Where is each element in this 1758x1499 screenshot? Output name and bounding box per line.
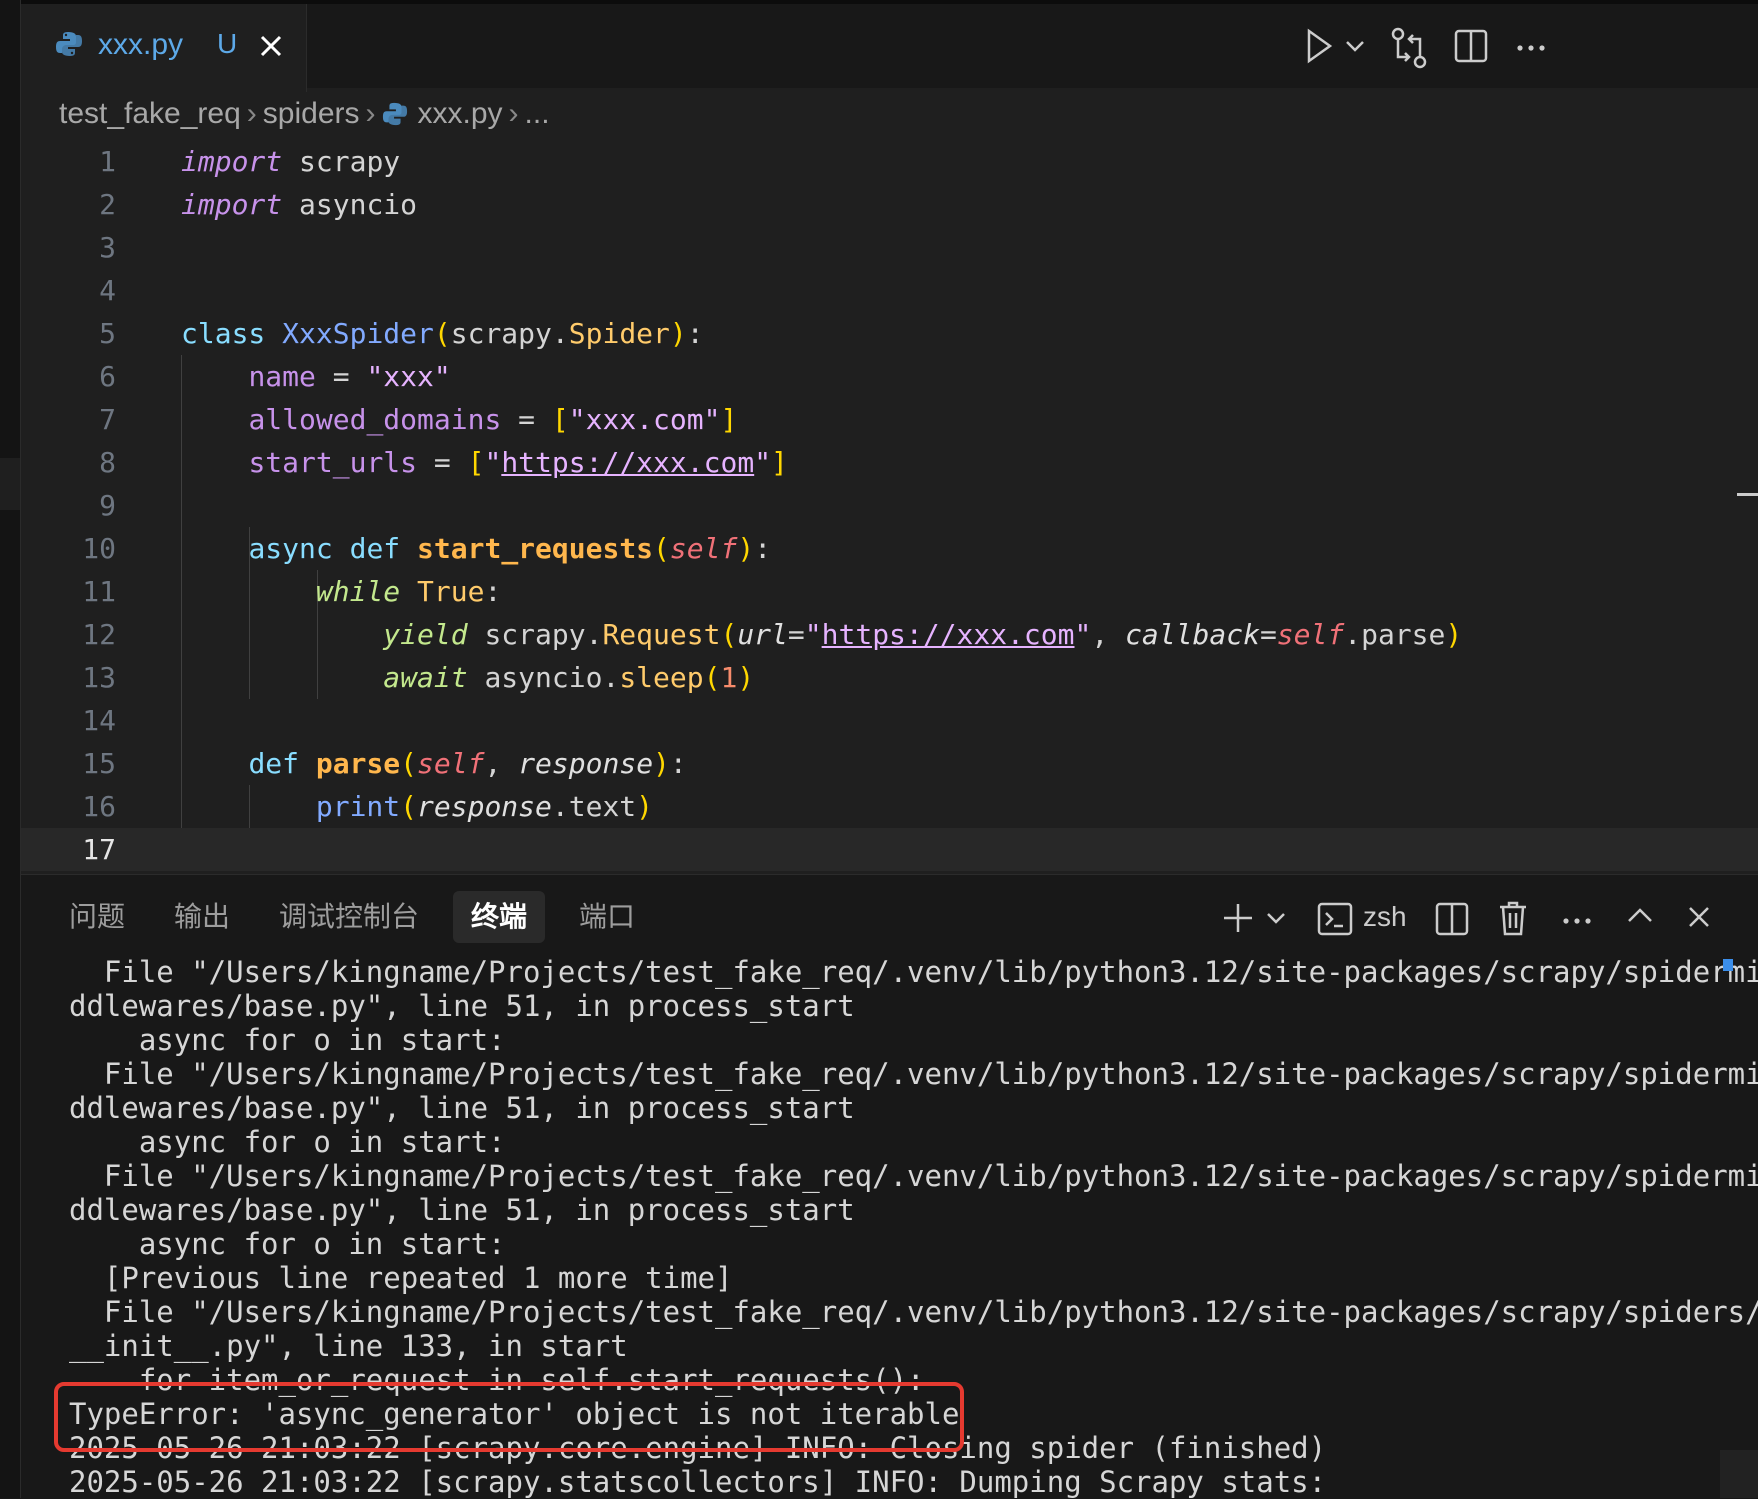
- untracked-badge: U: [217, 28, 238, 59]
- code-line: 12 yield scrapy.Request(url="https://xxx…: [21, 613, 1758, 656]
- breadcrumb-item[interactable]: test_fake_req: [59, 97, 241, 130]
- code-line: 3: [21, 226, 1758, 269]
- line-number: 7: [99, 403, 116, 436]
- terminal-icon: [1317, 902, 1353, 936]
- more-actions-icon[interactable]: [1561, 901, 1593, 935]
- breadcrumb-item[interactable]: xxx.py: [418, 97, 503, 130]
- tab-filename: xxx.py: [98, 28, 184, 61]
- chevron-right-icon: ›: [508, 97, 519, 131]
- split-terminal-icon[interactable]: [1435, 901, 1469, 937]
- code-area[interactable]: 1 import scrapy 2 import asyncio 3 4 5 clas…: [21, 140, 1758, 871]
- compare-changes-icon[interactable]: [1389, 26, 1429, 70]
- code-line: 16 print(response.text): [21, 785, 1758, 828]
- line-number: 5: [99, 317, 116, 350]
- terminal-line: [Previous line repeated 1 more time]: [69, 1261, 733, 1295]
- line-number: 2: [99, 188, 116, 221]
- terminal-line: async for o in start:: [69, 1227, 506, 1261]
- code-line: 14: [21, 699, 1758, 742]
- line-number: 15: [82, 747, 116, 780]
- tab-xxx-py[interactable]: xxx.py U: [21, 4, 307, 92]
- python-file-icon: [56, 32, 82, 56]
- code-line: 1 import scrapy: [21, 140, 1758, 183]
- code-line: 10 async def start_requests(self):: [21, 527, 1758, 570]
- breadcrumb: test_fake_req › spiders › xxx.py ›...: [59, 96, 550, 136]
- tab-terminal[interactable]: 终端: [453, 891, 546, 943]
- code-line: 2 import asyncio: [21, 183, 1758, 226]
- chevron-down-icon[interactable]: [1265, 905, 1287, 931]
- terminal-scroll-marker: [1723, 959, 1733, 971]
- close-panel-icon[interactable]: [1685, 903, 1713, 931]
- tab-debug-console[interactable]: 调试控制台: [261, 891, 437, 943]
- terminal-line: File "/Users/kingname/Projects/test_fake…: [69, 1057, 1758, 1091]
- terminal-line: async for o in start:: [69, 1125, 506, 1159]
- code-line: 11 while True:: [21, 570, 1758, 613]
- line-number: 11: [82, 575, 116, 608]
- terminal-line: File "/Users/kingname/Projects/test_fake…: [69, 1159, 1758, 1193]
- python-file-icon: [382, 102, 407, 126]
- close-icon[interactable]: [257, 32, 285, 60]
- line-number: 17: [82, 833, 116, 866]
- line-number: 16: [82, 790, 116, 823]
- tab-bar: xxx.py U: [21, 0, 1758, 92]
- trash-icon[interactable]: [1497, 899, 1529, 937]
- code-line: 8 start_urls = ["https://xxx.com"]: [21, 441, 1758, 484]
- terminal-line: ddlewares/base.py", line 51, in process_…: [69, 1193, 855, 1227]
- tab-problems[interactable]: 问题: [51, 891, 143, 943]
- line-number: 6: [99, 360, 116, 393]
- editor: xxx.py U test_fake_req › spiders › xxx.py ›..…: [21, 0, 1758, 874]
- line-number: 1: [99, 145, 116, 178]
- terminal-line: __init__.py", line 133, in start: [69, 1329, 628, 1363]
- add-terminal-icon[interactable]: [1221, 901, 1255, 935]
- code-line: 6 name = "xxx": [21, 355, 1758, 398]
- terminal-line: File "/Users/kingname/Projects/test_fake…: [69, 955, 1758, 989]
- tab-output[interactable]: 输出: [156, 891, 248, 943]
- code-line-current: 17: [21, 828, 1758, 871]
- run-icon[interactable]: [1304, 26, 1334, 66]
- chevron-down-icon[interactable]: [1344, 26, 1366, 66]
- line-number: 9: [99, 489, 116, 522]
- minimap-marker: [1737, 493, 1758, 496]
- code-line: 4: [21, 269, 1758, 312]
- line-number: 3: [99, 231, 116, 264]
- more-actions-icon[interactable]: [1515, 26, 1547, 66]
- chevron-right-icon: ›: [365, 97, 376, 131]
- panel-tabs: 问题 输出 调试控制台 终端 端口 zsh: [21, 875, 1758, 947]
- breadcrumb-item[interactable]: ...: [525, 97, 550, 130]
- code-line: 15 def parse(self, response):: [21, 742, 1758, 785]
- terminal-line: 2025-05-26 21:03:22 [scrapy.statscollect…: [69, 1465, 1327, 1499]
- activity-strip: [0, 0, 21, 1498]
- line-number: 12: [82, 618, 116, 651]
- shell-label[interactable]: zsh: [1363, 901, 1407, 933]
- code-line: 5 class XxxSpider(scrapy.Spider):: [21, 312, 1758, 355]
- code-line: 13 await asyncio.sleep(1): [21, 656, 1758, 699]
- breadcrumb-item[interactable]: spiders: [263, 97, 360, 130]
- maximize-panel-icon[interactable]: [1625, 901, 1655, 931]
- line-number: 10: [82, 532, 116, 565]
- chevron-right-icon: ›: [246, 97, 257, 131]
- line-number: 8: [99, 446, 116, 479]
- code-line: 7 allowed_domains = ["xxx.com"]: [21, 398, 1758, 441]
- scrollbar[interactable]: [1720, 1450, 1758, 1498]
- terminal-line: ddlewares/base.py", line 51, in process_…: [69, 1091, 855, 1125]
- line-number: 14: [82, 704, 116, 737]
- terminal-line: File "/Users/kingname/Projects/test_fake…: [69, 1295, 1758, 1329]
- line-number: 13: [82, 661, 116, 694]
- activity-marker: [0, 458, 20, 510]
- line-number: 4: [99, 274, 116, 307]
- terminal-line: async for o in start:: [69, 1023, 506, 1057]
- tab-ports[interactable]: 端口: [561, 891, 653, 943]
- error-highlight-box: [54, 1382, 964, 1452]
- split-editor-icon[interactable]: [1453, 26, 1489, 66]
- code-line: 9: [21, 484, 1758, 527]
- terminal-line: ddlewares/base.py", line 51, in process_…: [69, 989, 855, 1023]
